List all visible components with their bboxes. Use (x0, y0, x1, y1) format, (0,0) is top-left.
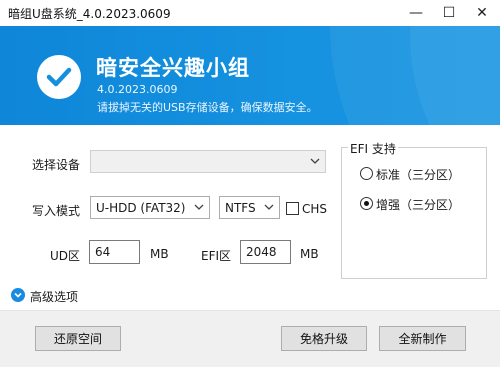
efi-support-title: EFI 支持 (348, 140, 398, 157)
chevron-down-circle-icon[interactable] (11, 288, 25, 302)
version-text: 4.0.2023.0609 (97, 83, 178, 96)
filesystem-value: NTFS (225, 200, 256, 215)
ud-unit: MB (150, 247, 169, 261)
chs-label: CHS (302, 202, 328, 216)
device-select[interactable] (90, 150, 326, 173)
efi-size-input[interactable]: 2048 (240, 240, 291, 264)
efi-enhanced-label[interactable]: 增强（三分区） (376, 196, 460, 213)
ud-size-input[interactable]: 64 (89, 240, 140, 264)
brand-title: 暗安全兴趣小组 (96, 56, 250, 80)
write-mode-select[interactable]: U-HDD (FAT32) (90, 196, 210, 219)
format-free-upgrade-button[interactable]: 免格升级 (281, 326, 367, 351)
minimize-button[interactable]: — (400, 0, 432, 26)
efi-enhanced-radio[interactable] (360, 197, 373, 210)
banner-decoration-2 (410, 26, 500, 125)
ud-label: UD区 (50, 249, 81, 263)
filesystem-select[interactable]: NTFS (219, 196, 280, 219)
chs-checkbox[interactable] (286, 202, 299, 215)
write-mode-label: 写入模式 (32, 204, 81, 218)
device-label: 选择设备 (32, 158, 81, 172)
close-button[interactable]: ✕ (466, 0, 498, 26)
title-bar: 暗组U盘系统_4.0.2023.0609 — ☐ ✕ (0, 0, 500, 26)
advanced-options-toggle[interactable]: 高级选项 (30, 288, 78, 305)
radio-selected-dot (364, 201, 369, 206)
efi-standard-radio[interactable] (360, 167, 373, 180)
safety-notice: 请拔掉无关的USB存储设备，确保数据安全。 (97, 101, 318, 114)
efi-label: EFI区 (201, 249, 232, 263)
efi-unit: MB (300, 247, 319, 261)
chevron-down-icon (310, 158, 320, 164)
chevron-down-icon (194, 204, 204, 210)
chevron-down-icon (264, 204, 274, 210)
new-make-button[interactable]: 全新制作 (379, 326, 466, 351)
write-mode-value: U-HDD (FAT32) (96, 200, 186, 215)
efi-standard-label[interactable]: 标准（三分区） (376, 166, 460, 183)
footer-bar: 还原空间 免格升级 全新制作 (0, 310, 500, 367)
checkmark-icon (37, 55, 81, 99)
window-title: 暗组U盘系统_4.0.2023.0609 (8, 7, 171, 21)
header-banner: 暗安全兴趣小组 4.0.2023.0609 请拔掉无关的USB存储设备，确保数据… (0, 26, 500, 125)
maximize-button[interactable]: ☐ (433, 0, 465, 26)
restore-space-button[interactable]: 还原空间 (35, 326, 121, 351)
